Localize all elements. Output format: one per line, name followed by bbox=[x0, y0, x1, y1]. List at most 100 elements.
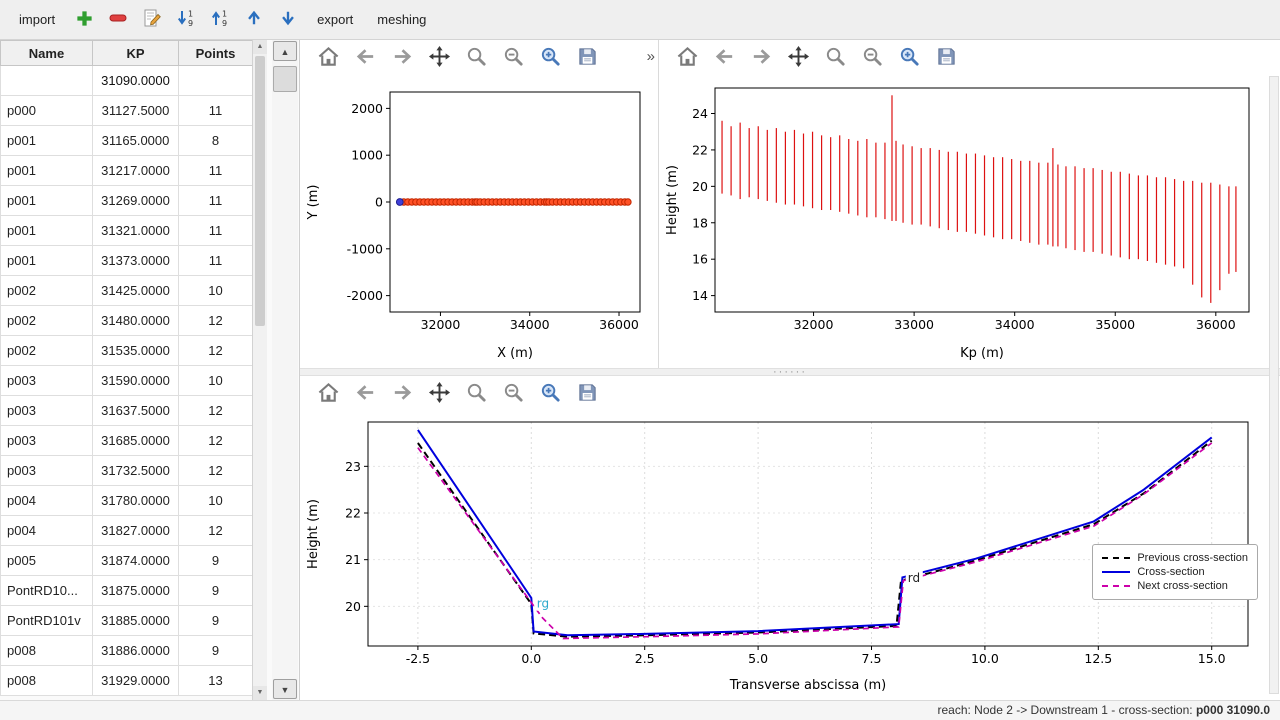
cell-kp[interactable]: 31875.0000 bbox=[93, 576, 179, 606]
cell-points[interactable]: 9 bbox=[179, 546, 253, 576]
cell-kp[interactable]: 31425.0000 bbox=[93, 276, 179, 306]
zoom-out-button[interactable] bbox=[856, 43, 888, 73]
table-row[interactable]: p00431780.000010 bbox=[1, 486, 253, 516]
cell-points[interactable]: 12 bbox=[179, 456, 253, 486]
cell-points[interactable]: 12 bbox=[179, 336, 253, 366]
cell-name[interactable]: p001 bbox=[1, 126, 93, 156]
cell-points[interactable]: 8 bbox=[179, 126, 253, 156]
zoom-button[interactable] bbox=[819, 43, 851, 73]
cell-kp[interactable]: 31269.0000 bbox=[93, 186, 179, 216]
column-header-kp[interactable]: KP bbox=[93, 41, 179, 66]
sort-descending-button[interactable]: 19 bbox=[172, 6, 200, 34]
cell-kp[interactable]: 31637.5000 bbox=[93, 396, 179, 426]
back-button[interactable] bbox=[708, 43, 740, 73]
cell-points[interactable]: 11 bbox=[179, 186, 253, 216]
panel-scroll-down-button[interactable]: ▼ bbox=[273, 679, 297, 699]
cell-name[interactable]: p004 bbox=[1, 516, 93, 546]
cell-points[interactable]: 8 bbox=[179, 66, 253, 96]
import-button[interactable]: import bbox=[10, 8, 64, 31]
cell-kp[interactable]: 31535.0000 bbox=[93, 336, 179, 366]
cell-points[interactable]: 9 bbox=[179, 576, 253, 606]
edit-button[interactable] bbox=[138, 6, 166, 34]
meshing-button[interactable]: meshing bbox=[368, 8, 435, 31]
table-scrollbar-thumb[interactable] bbox=[255, 56, 265, 326]
cell-name[interactable]: p008 bbox=[1, 636, 93, 666]
export-button[interactable]: export bbox=[308, 8, 362, 31]
cell-kp[interactable]: 31127.5000 bbox=[93, 96, 179, 126]
table-row[interactable]: p00131269.000011 bbox=[1, 186, 253, 216]
table-row[interactable]: p00231425.000010 bbox=[1, 276, 253, 306]
back-button[interactable] bbox=[349, 379, 381, 409]
scroll-up-icon[interactable]: ▲ bbox=[253, 40, 267, 54]
home-button[interactable] bbox=[312, 43, 344, 73]
cell-points[interactable]: 10 bbox=[179, 276, 253, 306]
cell-name[interactable]: p000 bbox=[1, 66, 93, 96]
cell-points[interactable]: 12 bbox=[179, 396, 253, 426]
cell-kp[interactable]: 31885.0000 bbox=[93, 606, 179, 636]
cell-name[interactable]: p000 bbox=[1, 96, 93, 126]
cell-kp[interactable]: 31165.0000 bbox=[93, 126, 179, 156]
panel-scrollbar-thumb[interactable] bbox=[273, 66, 297, 92]
table-row[interactable]: p00231535.000012 bbox=[1, 336, 253, 366]
table-row[interactable]: PontRD10...31875.00009 bbox=[1, 576, 253, 606]
cell-kp[interactable]: 31780.0000 bbox=[93, 486, 179, 516]
home-button[interactable] bbox=[671, 43, 703, 73]
table-row[interactable]: p00131217.000011 bbox=[1, 156, 253, 186]
scroll-down-icon[interactable]: ▼ bbox=[253, 686, 267, 700]
column-header-points[interactable]: Points bbox=[179, 41, 253, 66]
cell-points[interactable]: 9 bbox=[179, 636, 253, 666]
cell-points[interactable]: 10 bbox=[179, 366, 253, 396]
cell-points[interactable]: 11 bbox=[179, 216, 253, 246]
zoom-rect-button[interactable] bbox=[534, 379, 566, 409]
forward-button[interactable] bbox=[386, 43, 418, 73]
plot-area-scrollbar[interactable] bbox=[1269, 76, 1279, 694]
cell-kp[interactable]: 31373.0000 bbox=[93, 246, 179, 276]
cell-name[interactable]: p003 bbox=[1, 456, 93, 486]
zoom-rect-button[interactable] bbox=[534, 43, 566, 73]
pan-button[interactable] bbox=[423, 379, 455, 409]
home-button[interactable] bbox=[312, 379, 344, 409]
cell-points[interactable]: 11 bbox=[179, 96, 253, 126]
cell-points[interactable]: 11 bbox=[179, 156, 253, 186]
cell-name[interactable]: p008 bbox=[1, 666, 93, 696]
toolbar-overflow-button[interactable]: » bbox=[647, 48, 655, 65]
zoom-button[interactable] bbox=[460, 43, 492, 73]
cell-points[interactable]: 12 bbox=[179, 306, 253, 336]
save-button[interactable] bbox=[571, 379, 603, 409]
panel-scrollbar[interactable]: ▲ ▼ bbox=[272, 40, 298, 700]
table-row[interactable]: p00131373.000011 bbox=[1, 246, 253, 276]
table-row[interactable]: PontRD101v31885.00009 bbox=[1, 606, 253, 636]
cell-name[interactable]: p004 bbox=[1, 486, 93, 516]
cell-kp[interactable]: 31827.0000 bbox=[93, 516, 179, 546]
cell-kp[interactable]: 31886.0000 bbox=[93, 636, 179, 666]
cell-name[interactable]: p003 bbox=[1, 426, 93, 456]
cell-name[interactable]: p003 bbox=[1, 366, 93, 396]
cell-name[interactable]: p002 bbox=[1, 336, 93, 366]
table-row[interactable]: p00331590.000010 bbox=[1, 366, 253, 396]
cell-kp[interactable]: 31929.0000 bbox=[93, 666, 179, 696]
cell-name[interactable]: PontRD101v bbox=[1, 606, 93, 636]
table-row[interactable]: p00431827.000012 bbox=[1, 516, 253, 546]
forward-button[interactable] bbox=[386, 379, 418, 409]
cell-name[interactable]: p002 bbox=[1, 306, 93, 336]
horizontal-splitter[interactable]: ······ bbox=[300, 368, 1280, 376]
cell-name[interactable]: p005 bbox=[1, 546, 93, 576]
save-button[interactable] bbox=[571, 43, 603, 73]
cell-name[interactable]: p001 bbox=[1, 156, 93, 186]
cell-kp[interactable]: 31321.0000 bbox=[93, 216, 179, 246]
cell-points[interactable]: 12 bbox=[179, 516, 253, 546]
zoom-button[interactable] bbox=[460, 379, 492, 409]
zoom-out-button[interactable] bbox=[497, 43, 529, 73]
cell-kp[interactable]: 31685.0000 bbox=[93, 426, 179, 456]
table-row[interactable]: p00831929.000013 bbox=[1, 666, 253, 696]
table-row[interactable]: p00331637.500012 bbox=[1, 396, 253, 426]
panel-scroll-up-button[interactable]: ▲ bbox=[273, 41, 297, 61]
table-row[interactable]: p00531874.00009 bbox=[1, 546, 253, 576]
table-row[interactable]: p00131321.000011 bbox=[1, 216, 253, 246]
cell-points[interactable]: 12 bbox=[179, 426, 253, 456]
cell-points[interactable]: 10 bbox=[179, 486, 253, 516]
cell-name[interactable]: p001 bbox=[1, 216, 93, 246]
cell-kp[interactable]: 31090.0000 bbox=[93, 66, 179, 96]
cell-kp[interactable]: 31480.0000 bbox=[93, 306, 179, 336]
cell-name[interactable]: PontRD10... bbox=[1, 576, 93, 606]
